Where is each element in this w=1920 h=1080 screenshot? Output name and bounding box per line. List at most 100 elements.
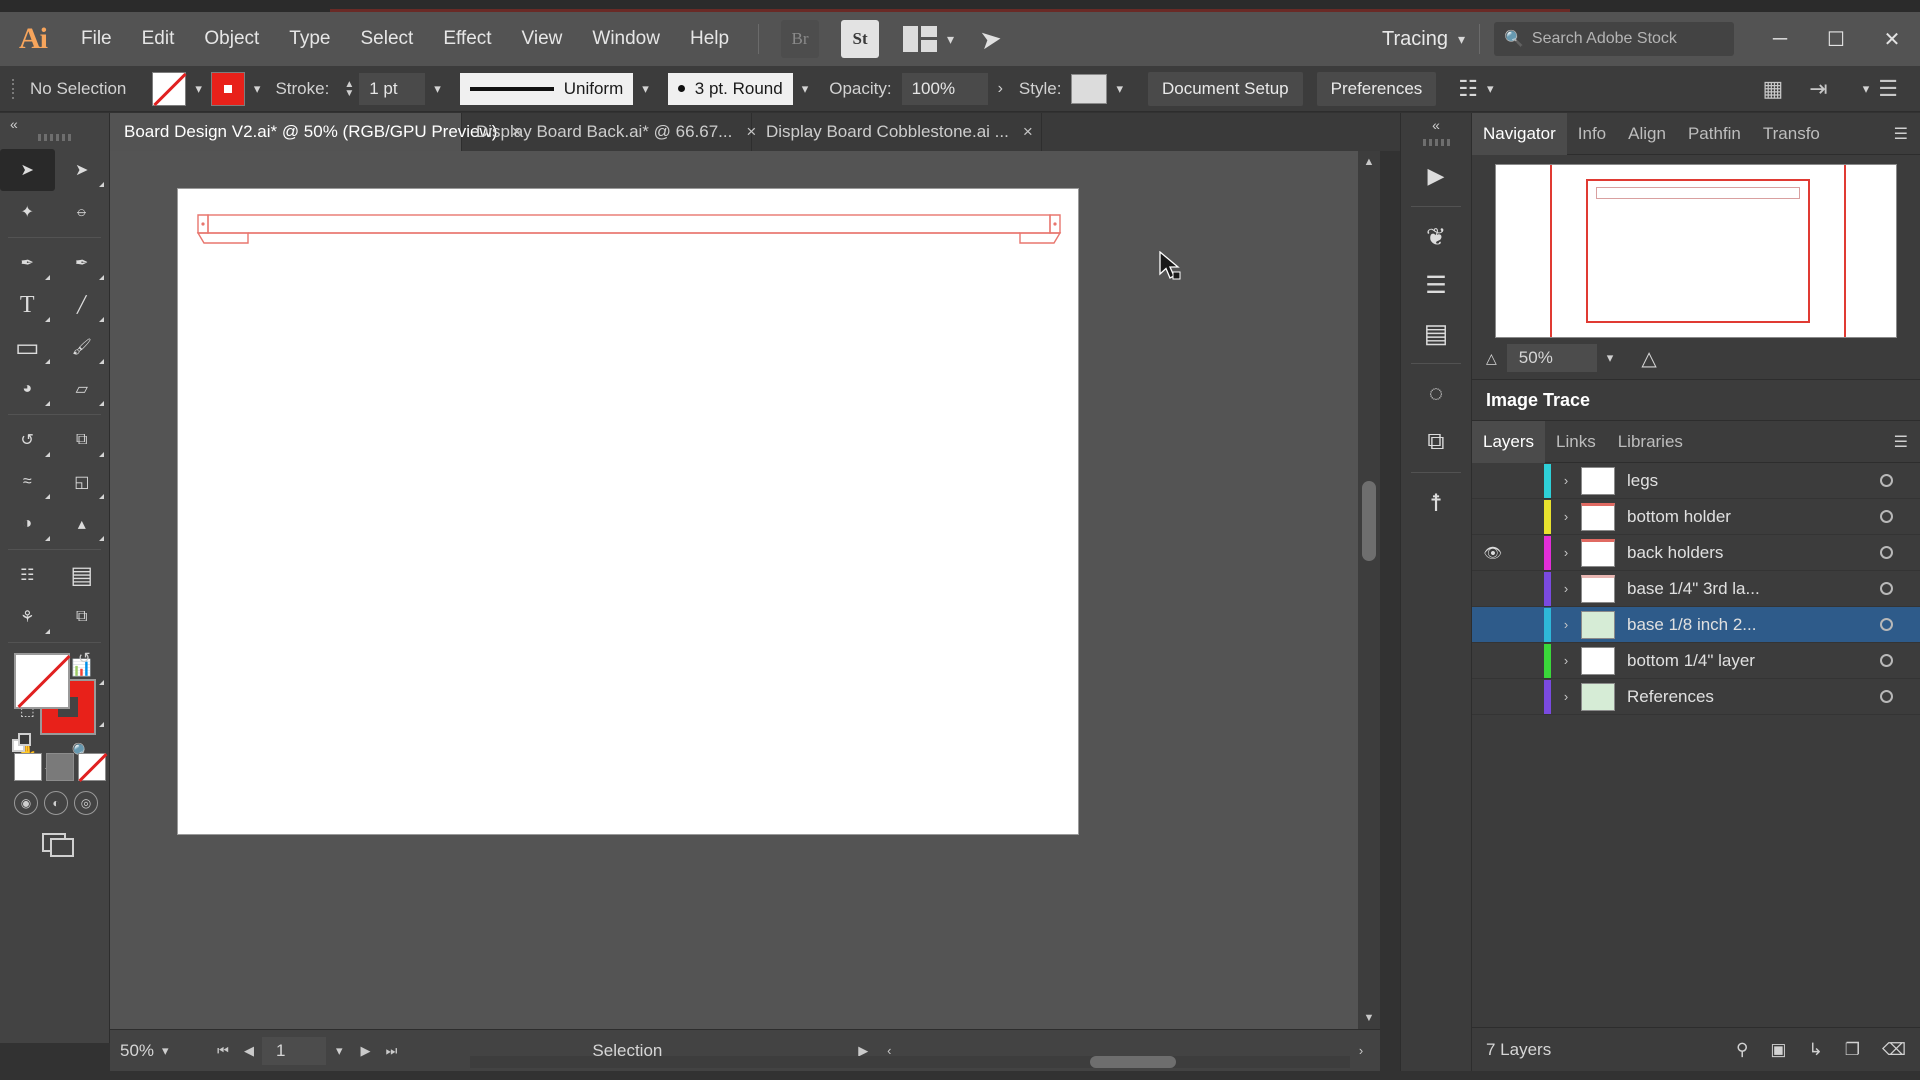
last-artboard-button[interactable]: ⏭ (379, 1038, 405, 1064)
draw-normal-icon[interactable]: ◉ (14, 791, 38, 815)
draw-behind-icon[interactable]: ◐ (44, 791, 68, 815)
canvas-horizontal-scrollbar[interactable] (470, 1056, 1350, 1068)
window-minimize-button[interactable]: ─ (1752, 12, 1808, 66)
make-clipping-mask-icon[interactable]: ▣ (1770, 1040, 1786, 1060)
shape-builder-tool[interactable]: ◑ (0, 503, 55, 545)
vertical-scrollbar-thumb[interactable] (1362, 481, 1376, 561)
rotate-tool[interactable]: ↺ (0, 419, 55, 461)
default-fill-stroke-icon[interactable] (12, 733, 34, 755)
tab-layers[interactable]: Layers (1472, 420, 1546, 463)
table-row[interactable]: › References (1472, 679, 1920, 715)
locate-object-icon[interactable]: ⚲ (1736, 1040, 1748, 1060)
stroke-panel-icon[interactable]: ☰ (1401, 261, 1471, 309)
layer-target-icon[interactable] (1866, 582, 1906, 595)
menu-help[interactable]: Help (675, 12, 744, 66)
stroke-weight-stepper[interactable]: ▲ ▼ (339, 79, 359, 98)
scale-tool[interactable]: ⧉ (55, 419, 110, 461)
artboard-number-input[interactable]: 1 (262, 1036, 326, 1065)
selection-tool[interactable]: ➤ (0, 149, 55, 191)
draw-inside-icon[interactable]: ◎ (74, 791, 98, 815)
tools-panel-grip[interactable] (0, 132, 109, 149)
mesh-tool[interactable]: ☷ (0, 554, 55, 596)
table-row[interactable]: › base 1/8 inch 2... (1472, 607, 1920, 643)
table-row[interactable]: › bottom 1/4" layer (1472, 643, 1920, 679)
tools-collapse-icon[interactable]: « (0, 113, 109, 132)
pen-tool[interactable]: ✒ (0, 242, 55, 284)
layer-name[interactable]: bottom 1/4" layer (1627, 651, 1866, 671)
stroke-weight-input[interactable]: 1 pt (359, 72, 426, 105)
navigator-zoom-chevron-down-icon[interactable]: ▾ (1607, 350, 1614, 366)
tab-navigator[interactable]: Navigator (1472, 112, 1567, 155)
window-close-button[interactable]: ✕ (1864, 12, 1920, 66)
artboard[interactable] (178, 189, 1078, 834)
layer-expand-arrow[interactable]: › (1551, 545, 1581, 560)
zoom-level-control[interactable]: 50% ▾ (110, 1041, 210, 1061)
align-options-button[interactable]: ☷ ▾ (1458, 76, 1502, 102)
stroke-profile-select[interactable]: Uniform (459, 72, 634, 105)
menu-type[interactable]: Type (274, 12, 345, 66)
workspace-switcher[interactable]: Tracing (1382, 28, 1448, 51)
scroll-down-icon[interactable]: ▼ (1358, 1007, 1380, 1029)
table-row[interactable]: › bottom holder (1472, 499, 1920, 535)
dock-rail-grip[interactable] (1401, 137, 1471, 152)
more-options-icon[interactable]: ☰ (1878, 76, 1898, 102)
style-chevron-down-icon[interactable]: ▾ (1107, 81, 1132, 97)
brush-chevron-down-icon[interactable]: ▾ (793, 81, 818, 97)
menu-edit[interactable]: Edit (127, 12, 190, 66)
navigator-zoom-input[interactable]: 50% (1506, 344, 1597, 372)
fill-color-swatch[interactable] (152, 71, 187, 106)
tab-pathfinder[interactable]: Pathfin (1677, 113, 1752, 155)
gradient-mode-button[interactable] (46, 753, 74, 781)
search-input[interactable]: Search Adobe Stock (1532, 30, 1677, 48)
layer-name[interactable]: References (1627, 687, 1866, 707)
distribute-icon[interactable]: ⇥ (1809, 76, 1827, 102)
lasso-tool[interactable]: ⦵ (55, 191, 110, 233)
tab-close-icon[interactable]: × (1023, 122, 1033, 142)
control-bar-grip[interactable] (8, 76, 18, 102)
tab-display-board-cobblestone[interactable]: Display Board Cobblestone.ai ... × (752, 113, 1042, 151)
stroke-profile-chevron-down-icon[interactable]: ▾ (633, 81, 658, 97)
dock-collapse-icon[interactable]: « (1401, 113, 1471, 137)
brush-definition-select[interactable]: 3 pt. Round (667, 72, 793, 105)
workspace-chevron-down-icon[interactable]: ▾ (1458, 31, 1465, 48)
none-mode-button[interactable] (78, 753, 106, 781)
create-new-sublayer-icon[interactable]: ↳ (1808, 1040, 1822, 1060)
perspective-grid-tool[interactable]: ▴ (55, 503, 110, 545)
tab-display-board-back[interactable]: Display Board Back.ai* @ 66.67... × (462, 113, 756, 151)
navigator-thumbnail[interactable] (1496, 165, 1896, 337)
transform-grid-icon[interactable]: ▦ (1763, 76, 1784, 102)
layer-target-icon[interactable] (1866, 690, 1906, 703)
type-tool[interactable]: T (0, 284, 55, 326)
navigator-view-box[interactable] (1586, 179, 1810, 323)
board-design-artwork[interactable] (196, 213, 1062, 275)
layer-name[interactable]: bottom holder (1627, 507, 1866, 527)
table-row[interactable]: › legs (1472, 463, 1920, 499)
layers-panel-menu-icon[interactable]: ☰ (1882, 432, 1920, 452)
search-adobe-stock-box[interactable]: 🔍 Search Adobe Stock (1494, 22, 1734, 56)
layer-expand-arrow[interactable]: › (1551, 473, 1581, 488)
canvas-area[interactable]: ▲ ▼ (110, 151, 1380, 1029)
horizontal-scrollbar-thumb[interactable] (1090, 1056, 1176, 1068)
layer-name[interactable]: base 1/4" 3rd la... (1627, 579, 1866, 599)
brushes-panel-icon[interactable]: ❦ (1401, 213, 1471, 261)
tab-align[interactable]: Align (1617, 113, 1677, 155)
free-transform-tool[interactable]: ◱ (55, 461, 110, 503)
image-trace-panel-header[interactable]: Image Trace (1472, 379, 1920, 421)
fill-chevron-down-icon[interactable]: ▾ (186, 81, 211, 97)
layer-name[interactable]: legs (1627, 471, 1866, 491)
gradient-panel-icon[interactable]: ▤ (1401, 309, 1471, 357)
color-swatch-mode-button[interactable] (14, 753, 42, 781)
layer-target-icon[interactable] (1866, 546, 1906, 559)
first-artboard-button[interactable]: ⏮ (210, 1038, 236, 1064)
direct-selection-tool[interactable]: ➤ (55, 149, 110, 191)
shaper-tool[interactable]: ◕ (0, 368, 55, 410)
menu-file[interactable]: File (66, 12, 127, 66)
paintbrush-tool[interactable]: 🖌 (55, 326, 110, 368)
layer-expand-arrow[interactable]: › (1551, 581, 1581, 596)
layer-expand-arrow[interactable]: › (1551, 689, 1581, 704)
menu-effect[interactable]: Effect (428, 12, 506, 66)
menu-object[interactable]: Object (189, 12, 274, 66)
scroll-up-icon[interactable]: ▲ (1358, 151, 1380, 173)
layer-name[interactable]: base 1/8 inch 2... (1627, 615, 1866, 635)
stroke-color-swatch[interactable] (210, 71, 245, 106)
